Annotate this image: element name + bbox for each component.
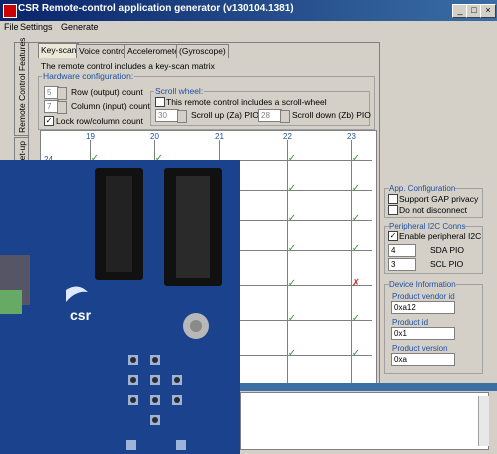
tab-key-scan[interactable]: Key-scan [38, 43, 80, 58]
log-header-bar [240, 383, 497, 391]
log-output-area[interactable] [240, 392, 489, 450]
key-cell[interactable]: ✓ [285, 349, 299, 359]
column-count-value: 7 [47, 102, 52, 111]
i2c-legend: Peripheral I2C Conns [389, 222, 466, 231]
key-cell[interactable]: ✓ [285, 244, 299, 254]
matrix-line [219, 140, 220, 160]
app-icon [3, 4, 17, 18]
window-title: CSR Remote-control application generator… [18, 3, 294, 14]
row-count-spinner[interactable]: 5 [44, 86, 67, 100]
gap-privacy-label: Support GAP privacy [399, 194, 479, 204]
key-cell-error[interactable]: ✗ [349, 279, 363, 289]
board-illustration: csr [0, 160, 240, 454]
scroll-down-label: Scroll down (Zb) PIO [292, 110, 371, 120]
scl-pio-spinner[interactable]: 3 [388, 258, 416, 271]
vendor-id-field[interactable]: 0xa12 [391, 301, 455, 314]
scroll-wheel-label: This remote control includes a scroll-wh… [166, 97, 327, 107]
title-bar: CSR Remote-control application generator… [0, 0, 497, 21]
svg-text:csr: csr [70, 307, 92, 323]
lock-count-label: Lock row/column count [56, 116, 143, 126]
key-cell[interactable]: ✓ [285, 214, 299, 224]
sda-pio-spinner[interactable]: 4 [388, 244, 416, 257]
key-cell[interactable]: ✓ [285, 184, 299, 194]
menu-settings[interactable]: Settings [20, 22, 53, 32]
device-info-legend: Device Information [389, 280, 456, 289]
key-cell[interactable]: ✓ [349, 244, 363, 254]
key-cell[interactable]: ✓ [349, 184, 363, 194]
key-cell[interactable]: ✓ [285, 279, 299, 289]
menu-bar: File Settings Generate [0, 21, 497, 35]
product-id-field[interactable]: 0x1 [391, 327, 455, 340]
sda-pio-label: SDA PIO [430, 245, 465, 255]
no-disconnect-label: Do not disconnect [399, 205, 468, 215]
scroll-wheel-checkbox[interactable] [155, 97, 165, 107]
gap-privacy-checkbox[interactable] [388, 194, 398, 204]
key-cell[interactable]: ✓ [285, 314, 299, 324]
tab-gyroscope[interactable]: (Gyroscope) [176, 44, 229, 58]
scroll-down-spinner[interactable]: 28 [258, 109, 290, 123]
keyscan-description: The remote control includes a key-scan m… [41, 61, 215, 71]
menu-file[interactable]: File [4, 22, 19, 32]
product-version-label: Product version [392, 344, 448, 353]
product-version-field[interactable]: 0xa [391, 353, 455, 366]
app-config-legend: App. Configuration [389, 184, 456, 193]
scroll-down-value: 28 [261, 111, 270, 120]
key-cell[interactable]: ✓ [349, 349, 363, 359]
log-scrollbar[interactable] [478, 396, 489, 446]
scroll-wheel-legend: Scroll wheel: [154, 86, 205, 96]
scl-pio-label: SCL PIO [430, 259, 464, 269]
scroll-up-spinner[interactable]: 30 [155, 109, 187, 123]
enable-i2c-checkbox[interactable]: ✓ [388, 231, 398, 241]
row-count-label: Row (output) count [71, 87, 143, 97]
key-cell[interactable]: ✓ [285, 154, 299, 164]
hardware-config-legend: Hardware configuration: [42, 71, 135, 81]
key-cell[interactable]: ✓ [349, 214, 363, 224]
close-button[interactable]: × [480, 4, 496, 18]
column-count-spinner[interactable]: 7 [44, 100, 67, 114]
scroll-up-value: 30 [158, 111, 167, 120]
menu-generate[interactable]: Generate [61, 22, 99, 32]
enable-i2c-label: Enable peripheral I2C [399, 231, 482, 241]
lock-count-checkbox[interactable]: ✓ [44, 116, 54, 126]
column-count-label: Column (input) count [71, 101, 150, 111]
key-cell[interactable]: ✓ [349, 314, 363, 324]
side-tab-features-label: Remote Control Features [17, 37, 27, 133]
key-cell[interactable]: ✓ [349, 154, 363, 164]
tab-voice-control[interactable]: Voice control [76, 44, 131, 58]
scroll-up-label: Scroll up (Za) PIO [191, 110, 260, 120]
row-count-value: 5 [47, 88, 52, 97]
board-photo: csr [0, 160, 240, 454]
no-disconnect-checkbox[interactable] [388, 205, 398, 215]
product-id-label: Product id [392, 318, 429, 327]
vendor-id-label: Product vendor id [392, 292, 455, 301]
